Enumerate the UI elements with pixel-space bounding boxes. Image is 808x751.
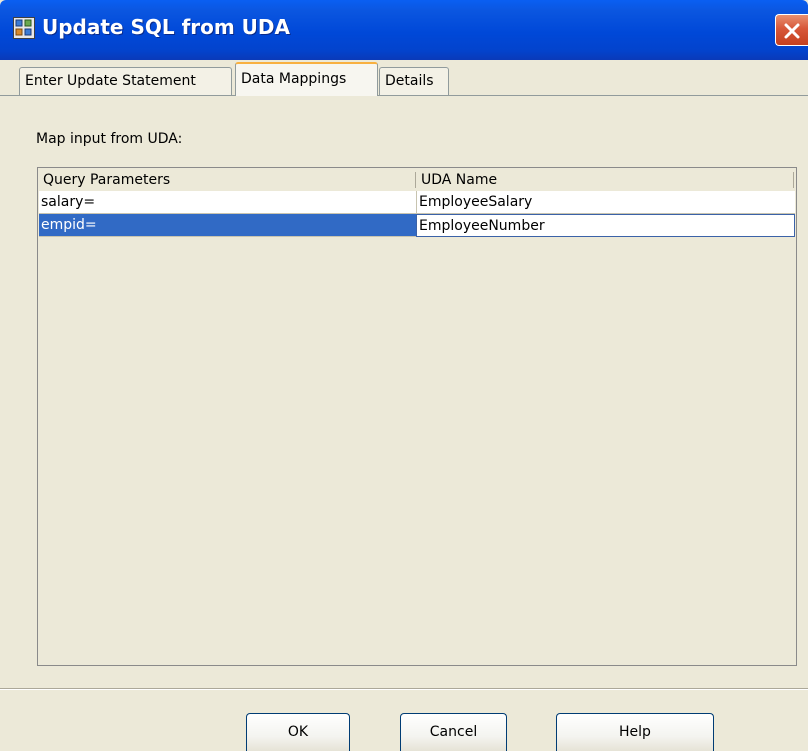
title-bar[interactable]: Update SQL from UDA	[0, 0, 808, 60]
column-separator[interactable]	[415, 172, 416, 188]
footer-divider-highlight	[0, 689, 808, 690]
cancel-button[interactable]: Cancel	[400, 713, 507, 751]
query-parameter-cell[interactable]: salary=	[39, 191, 416, 214]
close-icon	[784, 23, 800, 39]
close-button[interactable]	[775, 14, 808, 46]
uda-name-cell[interactable]: EmployeeSalary	[416, 191, 795, 214]
tab-label: Enter Update Statement	[25, 73, 196, 89]
table-row[interactable]: salary= EmployeeSalary	[39, 191, 795, 214]
map-input-label: Map input from UDA:	[36, 131, 183, 147]
tab-label: Data Mappings	[241, 71, 347, 87]
table-header: Query Parameters UDA Name	[39, 169, 795, 192]
ok-button[interactable]: OK	[246, 713, 350, 751]
column-header-uda-name[interactable]: UDA Name	[417, 169, 793, 191]
tab-details[interactable]: Details	[379, 67, 449, 95]
help-button[interactable]: Help	[556, 713, 714, 751]
window-title: Update SQL from UDA	[42, 15, 290, 39]
column-separator	[793, 172, 794, 188]
tab-data-mappings[interactable]: Data Mappings	[235, 62, 378, 96]
tab-divider	[0, 95, 808, 96]
tab-label: Details	[385, 73, 434, 89]
uda-name-cell[interactable]: EmployeeNumber	[416, 214, 795, 237]
tab-enter-update-statement[interactable]: Enter Update Statement	[19, 67, 232, 95]
table-row-selected[interactable]: empid= EmployeeNumber	[39, 214, 795, 237]
app-icon	[13, 17, 35, 39]
tab-bar: Enter Update Statement Data Mappings Det…	[0, 60, 808, 96]
query-parameter-cell[interactable]: empid=	[39, 214, 416, 237]
column-header-query-parameters[interactable]: Query Parameters	[39, 169, 416, 191]
mapping-table[interactable]: Query Parameters UDA Name salary= Employ…	[37, 167, 797, 666]
